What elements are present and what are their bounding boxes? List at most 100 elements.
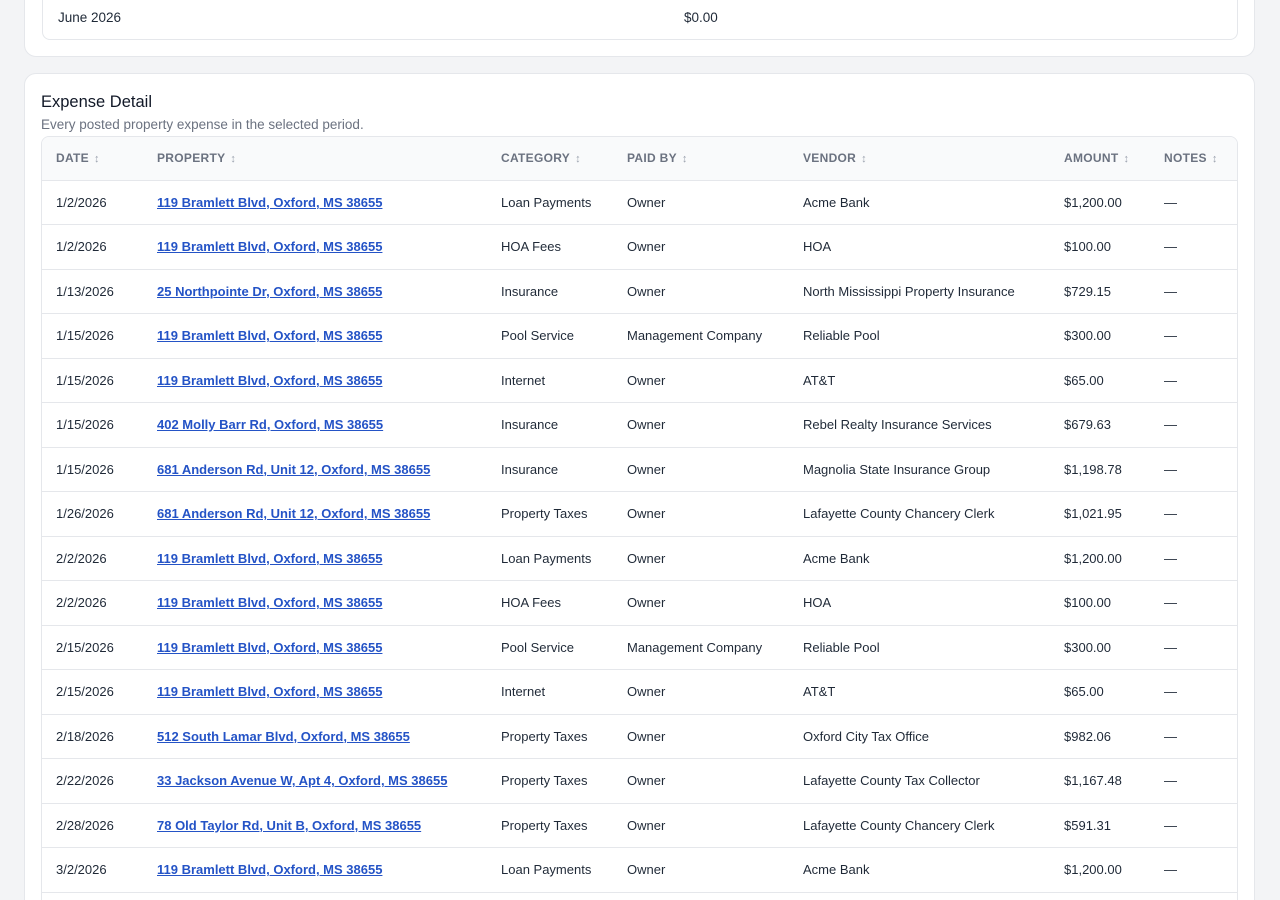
property-link[interactable]: 119 Bramlett Blvd, Oxford, MS 38655 — [157, 373, 382, 388]
sort-icon: ↕ — [230, 153, 237, 166]
property-link[interactable]: 78 Old Taylor Rd, Unit B, Oxford, MS 386… — [157, 818, 421, 833]
column-header-amount[interactable]: AMOUNT ↕ — [1050, 137, 1150, 180]
table-row: 2/15/2026 119 Bramlett Blvd, Oxford, MS 3… — [42, 670, 1237, 715]
cell-vendor: Oxford City Tax Office — [803, 728, 929, 744]
cell-date: 1/2/2026 — [56, 239, 107, 255]
column-header-paid-by[interactable]: PAID BY ↕ — [613, 137, 789, 180]
cell-amount: $729.15 — [1064, 283, 1111, 299]
cell-notes: — — [1164, 417, 1177, 433]
property-link[interactable]: 119 Bramlett Blvd, Oxford, MS 38655 — [157, 684, 382, 699]
cell-property[interactable]: 119 Bramlett Blvd, Oxford, MS 38655 — [143, 581, 487, 626]
cell-property[interactable]: 25 Northpointe Dr, Oxford, MS 38655 — [143, 269, 487, 314]
property-link[interactable]: 119 Bramlett Blvd, Oxford, MS 38655 — [157, 239, 382, 254]
sort-icon: ↕ — [1211, 153, 1218, 166]
expense-table-body: 1/2/2026 119 Bramlett Blvd, Oxford, MS 38… — [42, 180, 1237, 892]
cell-amount: $1,198.78 — [1064, 461, 1122, 477]
cell-property[interactable]: 119 Bramlett Blvd, Oxford, MS 38655 — [143, 625, 487, 670]
column-header-category[interactable]: CATEGORY ↕ — [487, 137, 613, 180]
cell-property[interactable]: 119 Bramlett Blvd, Oxford, MS 38655 — [143, 314, 487, 359]
expense-table-container: DATE ↕ PROPERTY ↕ CATEGORY ↕ PAID BY ↕ VENDO… — [41, 136, 1238, 900]
table-row: 1/15/2026 681 Anderson Rd, Unit 12, Oxfor… — [42, 447, 1237, 492]
property-link[interactable]: 119 Bramlett Blvd, Oxford, MS 38655 — [157, 862, 382, 877]
table-row: 1/15/2026 119 Bramlett Blvd, Oxford, MS 3… — [42, 358, 1237, 403]
table-row: 2/22/2026 33 Jackson Avenue W, Apt 4, Oxf… — [42, 759, 1237, 804]
property-link[interactable]: 119 Bramlett Blvd, Oxford, MS 38655 — [157, 328, 382, 343]
column-header-vendor[interactable]: VENDOR ↕ — [789, 137, 1050, 180]
expense-table: DATE ↕ PROPERTY ↕ CATEGORY ↕ PAID BY ↕ VENDO… — [42, 137, 1237, 893]
sort-icon: ↕ — [1123, 153, 1130, 166]
cell-property[interactable]: 78 Old Taylor Rd, Unit B, Oxford, MS 386… — [143, 803, 487, 848]
cell-property[interactable]: 681 Anderson Rd, Unit 12, Oxford, MS 386… — [143, 492, 487, 537]
section-subtitle: Every posted property expense in the sel… — [41, 117, 364, 132]
cell-amount: $300.00 — [1064, 328, 1111, 344]
cell-paid-by: Owner — [627, 862, 666, 878]
cell-paid-by: Owner — [627, 595, 666, 611]
cell-vendor: Acme Bank — [803, 862, 870, 878]
table-row: 1/2/2026 119 Bramlett Blvd, Oxford, MS 38… — [42, 180, 1237, 225]
cell-vendor: North Mississippi Property Insurance — [803, 283, 1015, 299]
cell-vendor: Lafayette County Tax Collector — [803, 773, 980, 789]
cell-amount: $100.00 — [1064, 239, 1111, 255]
cell-property[interactable]: 119 Bramlett Blvd, Oxford, MS 38655 — [143, 670, 487, 715]
cell-date: 2/18/2026 — [56, 728, 114, 744]
column-header-date[interactable]: DATE ↕ — [42, 137, 143, 180]
table-row: 2/18/2026 512 South Lamar Blvd, Oxford, M… — [42, 714, 1237, 759]
month-label: June 2026 — [58, 10, 122, 25]
property-link[interactable]: 25 Northpointe Dr, Oxford, MS 38655 — [157, 284, 382, 299]
cell-category: Insurance — [501, 417, 559, 433]
property-link[interactable]: 119 Bramlett Blvd, Oxford, MS 38655 — [157, 551, 382, 566]
property-link[interactable]: 33 Jackson Avenue W, Apt 4, Oxford, MS 3… — [157, 773, 447, 788]
cell-vendor: Lafayette County Chancery Clerk — [803, 817, 995, 833]
cell-notes: — — [1164, 506, 1177, 522]
table-row: 1/15/2026 119 Bramlett Blvd, Oxford, MS 3… — [42, 314, 1237, 359]
cell-vendor: AT&T — [803, 372, 836, 388]
cell-property[interactable]: 402 Molly Barr Rd, Oxford, MS 38655 — [143, 403, 487, 448]
table-row: 2/2/2026 119 Bramlett Blvd, Oxford, MS 38… — [42, 536, 1237, 581]
table-row: 2/15/2026 119 Bramlett Blvd, Oxford, MS 3… — [42, 625, 1237, 670]
cell-category: Loan Payments — [501, 550, 592, 566]
cell-property[interactable]: 119 Bramlett Blvd, Oxford, MS 38655 — [143, 225, 487, 270]
cell-notes: — — [1164, 862, 1177, 878]
column-header-notes[interactable]: NOTES ↕ — [1150, 137, 1237, 180]
cell-date: 1/2/2026 — [56, 194, 107, 210]
column-header-label: CATEGORY — [501, 151, 571, 166]
cell-amount: $1,200.00 — [1064, 194, 1122, 210]
property-link[interactable]: 119 Bramlett Blvd, Oxford, MS 38655 — [157, 195, 382, 210]
cell-date: 2/2/2026 — [56, 550, 107, 566]
cell-property[interactable]: 119 Bramlett Blvd, Oxford, MS 38655 — [143, 180, 487, 225]
cell-category: Property Taxes — [501, 773, 588, 789]
column-header-label: NOTES — [1164, 151, 1207, 166]
cell-property[interactable]: 119 Bramlett Blvd, Oxford, MS 38655 — [143, 848, 487, 893]
property-link[interactable]: 681 Anderson Rd, Unit 12, Oxford, MS 386… — [157, 506, 430, 521]
cell-property[interactable]: 119 Bramlett Blvd, Oxford, MS 38655 — [143, 536, 487, 581]
column-header-label: PAID BY — [627, 151, 677, 166]
property-link[interactable]: 512 South Lamar Blvd, Oxford, MS 38655 — [157, 729, 410, 744]
property-link[interactable]: 119 Bramlett Blvd, Oxford, MS 38655 — [157, 595, 382, 610]
table-row: 1/15/2026 402 Molly Barr Rd, Oxford, MS 3… — [42, 403, 1237, 448]
cell-property[interactable]: 512 South Lamar Blvd, Oxford, MS 38655 — [143, 714, 487, 759]
cell-property[interactable]: 119 Bramlett Blvd, Oxford, MS 38655 — [143, 358, 487, 403]
cell-property[interactable]: 681 Anderson Rd, Unit 12, Oxford, MS 386… — [143, 447, 487, 492]
cell-paid-by: Owner — [627, 773, 666, 789]
cell-notes: — — [1164, 595, 1177, 611]
cell-category: Pool Service — [501, 328, 574, 344]
cell-property[interactable]: 33 Jackson Avenue W, Apt 4, Oxford, MS 3… — [143, 759, 487, 804]
cell-vendor: Reliable Pool — [803, 639, 880, 655]
column-header-property[interactable]: PROPERTY ↕ — [143, 137, 487, 180]
property-link[interactable]: 681 Anderson Rd, Unit 12, Oxford, MS 386… — [157, 462, 430, 477]
cell-amount: $100.00 — [1064, 595, 1111, 611]
cell-notes: — — [1164, 194, 1177, 210]
cell-category: Pool Service — [501, 639, 574, 655]
cell-category: Insurance — [501, 283, 559, 299]
cell-amount: $65.00 — [1064, 684, 1104, 700]
cell-vendor: Acme Bank — [803, 550, 870, 566]
cell-date: 1/15/2026 — [56, 372, 114, 388]
cell-notes: — — [1164, 461, 1177, 477]
cell-category: Loan Payments — [501, 862, 592, 878]
cell-notes: — — [1164, 773, 1177, 789]
cell-paid-by: Owner — [627, 417, 666, 433]
cell-category: Internet — [501, 372, 546, 388]
property-link[interactable]: 119 Bramlett Blvd, Oxford, MS 38655 — [157, 640, 382, 655]
cell-notes: — — [1164, 728, 1177, 744]
property-link[interactable]: 402 Molly Barr Rd, Oxford, MS 38655 — [157, 417, 383, 432]
